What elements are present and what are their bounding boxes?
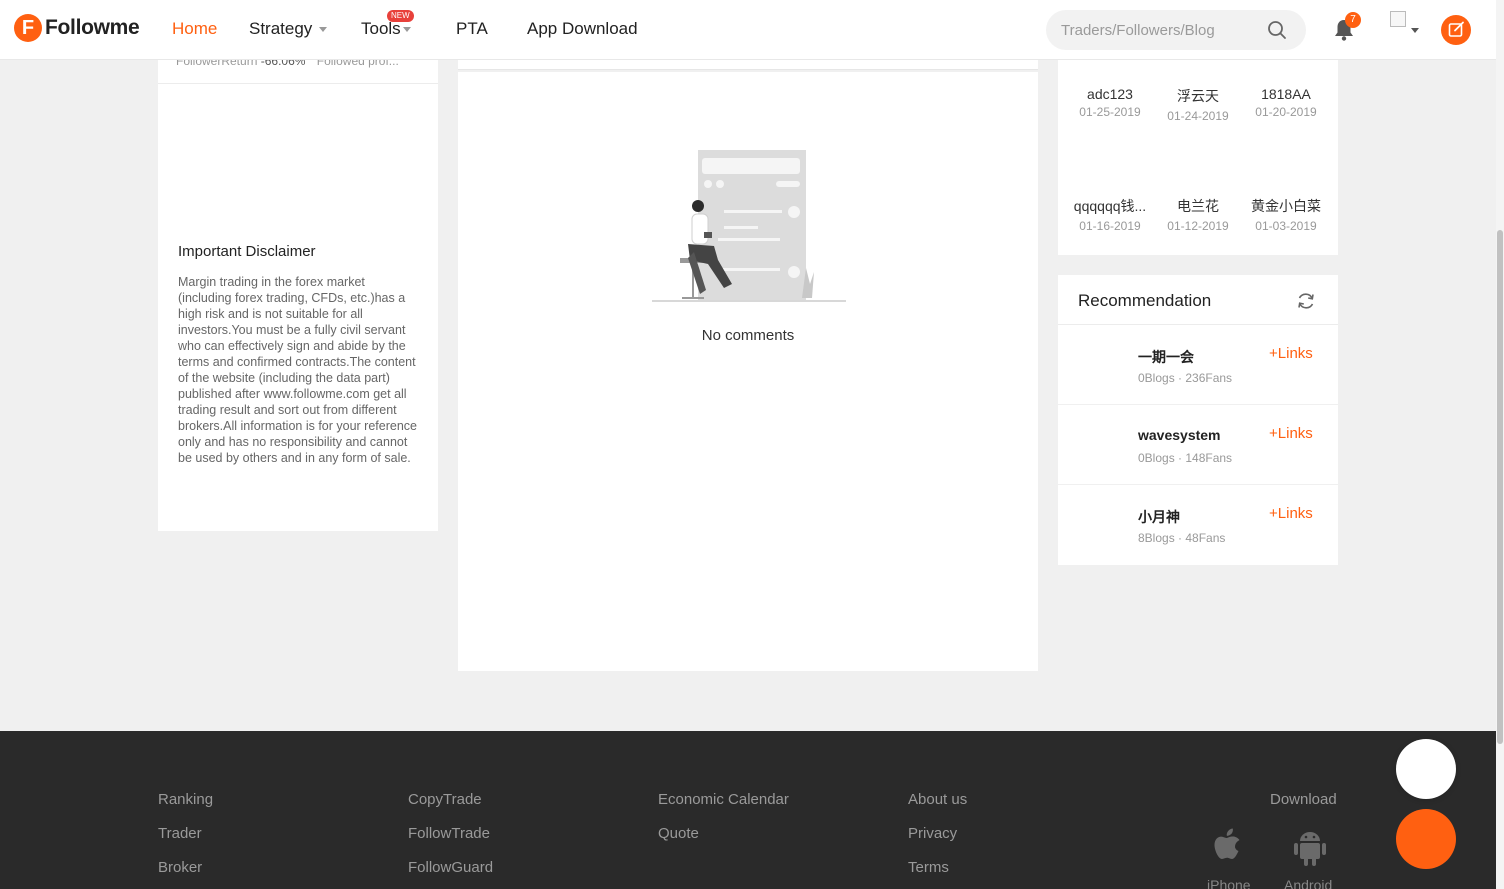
download-iphone-label[interactable]: iPhone <box>1207 877 1251 889</box>
floating-action-button[interactable] <box>1396 739 1456 799</box>
follow-button[interactable]: +Links <box>1269 425 1313 442</box>
footer-link-followguard[interactable]: FollowGuard <box>408 859 493 876</box>
footer-link-economic-calendar[interactable]: Economic Calendar <box>658 791 789 808</box>
follow-button-label: Links <box>1277 505 1313 522</box>
follow-button[interactable]: +Links <box>1269 505 1313 522</box>
top-header: F Followme Home Strategy Tools NEW PTA A… <box>0 0 1496 60</box>
fan-item[interactable]: 浮云天 01-24-2019 <box>1153 86 1243 123</box>
recommended-user-stats: 0Blogs · 148Fans <box>1138 451 1233 465</box>
fan-name: adc123 <box>1087 86 1133 102</box>
plus-icon: + <box>1269 425 1278 442</box>
chevron-down-icon[interactable] <box>1411 28 1419 33</box>
edit-icon <box>1448 21 1464 37</box>
followme-logo[interactable]: F Followme <box>14 14 140 42</box>
recommended-user-name[interactable]: 小月神 <box>1138 507 1180 527</box>
fan-item[interactable]: 电兰花 01-12-2019 <box>1153 196 1243 233</box>
comment-tabs-strip <box>458 60 1038 70</box>
recommendation-item: wavesystem 0Blogs · 148Fans +Links <box>1058 405 1338 485</box>
no-comments-text: No comments <box>701 327 795 344</box>
refresh-icon[interactable] <box>1296 291 1316 311</box>
nav-home[interactable]: Home <box>172 19 217 39</box>
footer-link-broker[interactable]: Broker <box>158 859 202 876</box>
footer-link-quote[interactable]: Quote <box>658 825 699 842</box>
footer-link-privacy[interactable]: Privacy <box>908 825 957 842</box>
nav-tools[interactable]: Tools <box>361 19 411 39</box>
fan-date: 01-03-2019 <box>1255 219 1317 233</box>
fan-date: 01-25-2019 <box>1079 105 1141 119</box>
footer-link-copytrade[interactable]: CopyTrade <box>408 791 482 808</box>
download-android-label[interactable]: Android <box>1284 877 1332 889</box>
empty-state-illustration <box>652 150 846 302</box>
recommendation-panel: Recommendation 一期一会 0Blogs · 236Fans +Li… <box>1058 275 1338 565</box>
chevron-down-icon <box>319 27 328 33</box>
fan-item[interactable]: adc123 01-25-2019 <box>1065 86 1155 119</box>
footer-link-ranking[interactable]: Ranking <box>158 791 213 808</box>
divider <box>158 83 438 84</box>
chevron-down-icon <box>402 27 411 33</box>
disclaimer-title: Important Disclaimer <box>178 243 316 260</box>
nav-app-download[interactable]: App Download <box>527 19 638 39</box>
recent-fans-panel: adc123 01-25-2019 浮云天 01-24-2019 1818AA … <box>1058 60 1338 255</box>
recommended-user-stats: 8Blogs · 48Fans <box>1138 531 1226 545</box>
comments-panel: No comments <box>458 72 1038 671</box>
fan-date: 01-20-2019 <box>1255 105 1317 119</box>
site-footer: Ranking Trader Broker CopyTrade FollowTr… <box>0 731 1504 889</box>
search-input[interactable] <box>1061 19 1261 41</box>
fan-item[interactable]: qqqqqq钱... 01-16-2019 <box>1065 196 1155 233</box>
new-badge: NEW <box>387 10 414 22</box>
logo-text: Followme <box>45 16 140 39</box>
recommended-user-stats: 0Blogs · 236Fans <box>1138 371 1233 385</box>
disclaimer-text: Margin trading in the forex market (incl… <box>178 275 417 465</box>
plus-icon: + <box>1269 505 1278 522</box>
search-icon[interactable] <box>1267 20 1287 40</box>
fan-date: 01-24-2019 <box>1167 109 1229 123</box>
follow-button-label: Links <box>1277 345 1313 362</box>
fan-date: 01-12-2019 <box>1167 219 1229 233</box>
fan-date: 01-16-2019 <box>1079 219 1141 233</box>
fan-name: 1818AA <box>1261 86 1311 102</box>
footer-link-followtrade[interactable]: FollowTrade <box>408 825 490 842</box>
plus-icon: + <box>1269 345 1278 362</box>
floating-action-button[interactable] <box>1396 809 1456 869</box>
notification-count-badge: 7 <box>1345 12 1361 28</box>
logo-mark-icon: F <box>14 14 42 42</box>
nav-strategy-label: Strategy <box>249 19 313 38</box>
follow-button[interactable]: +Links <box>1269 345 1313 362</box>
follow-button-label: Links <box>1277 425 1313 442</box>
download-title: Download <box>1270 791 1337 808</box>
android-icon[interactable] <box>1292 827 1328 869</box>
fan-name: 电兰花 <box>1177 198 1219 214</box>
nav-pta[interactable]: PTA <box>456 19 488 39</box>
avatar[interactable] <box>1390 11 1406 27</box>
recommendation-item: 一期一会 0Blogs · 236Fans +Links <box>1058 325 1338 405</box>
footer-link-about[interactable]: About us <box>908 791 967 808</box>
trader-info-panel: FollowerReturn -66.06% Followed prof... … <box>158 54 438 531</box>
fan-item[interactable]: 黄金小白菜 01-03-2019 <box>1241 196 1331 233</box>
recommended-user-name[interactable]: 一期一会 <box>1138 347 1194 367</box>
nav-strategy[interactable]: Strategy <box>249 19 328 39</box>
recommendation-title: Recommendation <box>1078 291 1212 310</box>
fan-name: 浮云天 <box>1177 88 1219 104</box>
recommended-user-name[interactable]: wavesystem <box>1138 427 1221 443</box>
fan-item[interactable]: 1818AA 01-20-2019 <box>1241 86 1331 119</box>
page-scrollbar[interactable] <box>1496 0 1504 889</box>
footer-link-trader[interactable]: Trader <box>158 825 202 842</box>
scrollbar-thumb[interactable] <box>1497 230 1503 744</box>
recommendation-item: 小月神 8Blogs · 48Fans +Links <box>1058 485 1338 565</box>
fan-name: 黄金小白菜 <box>1251 198 1321 214</box>
fan-name: qqqqqq钱... <box>1073 198 1147 214</box>
footer-link-terms[interactable]: Terms <box>908 859 949 876</box>
write-post-button[interactable] <box>1441 15 1471 45</box>
apple-icon[interactable] <box>1210 825 1246 867</box>
search-box <box>1046 10 1306 50</box>
